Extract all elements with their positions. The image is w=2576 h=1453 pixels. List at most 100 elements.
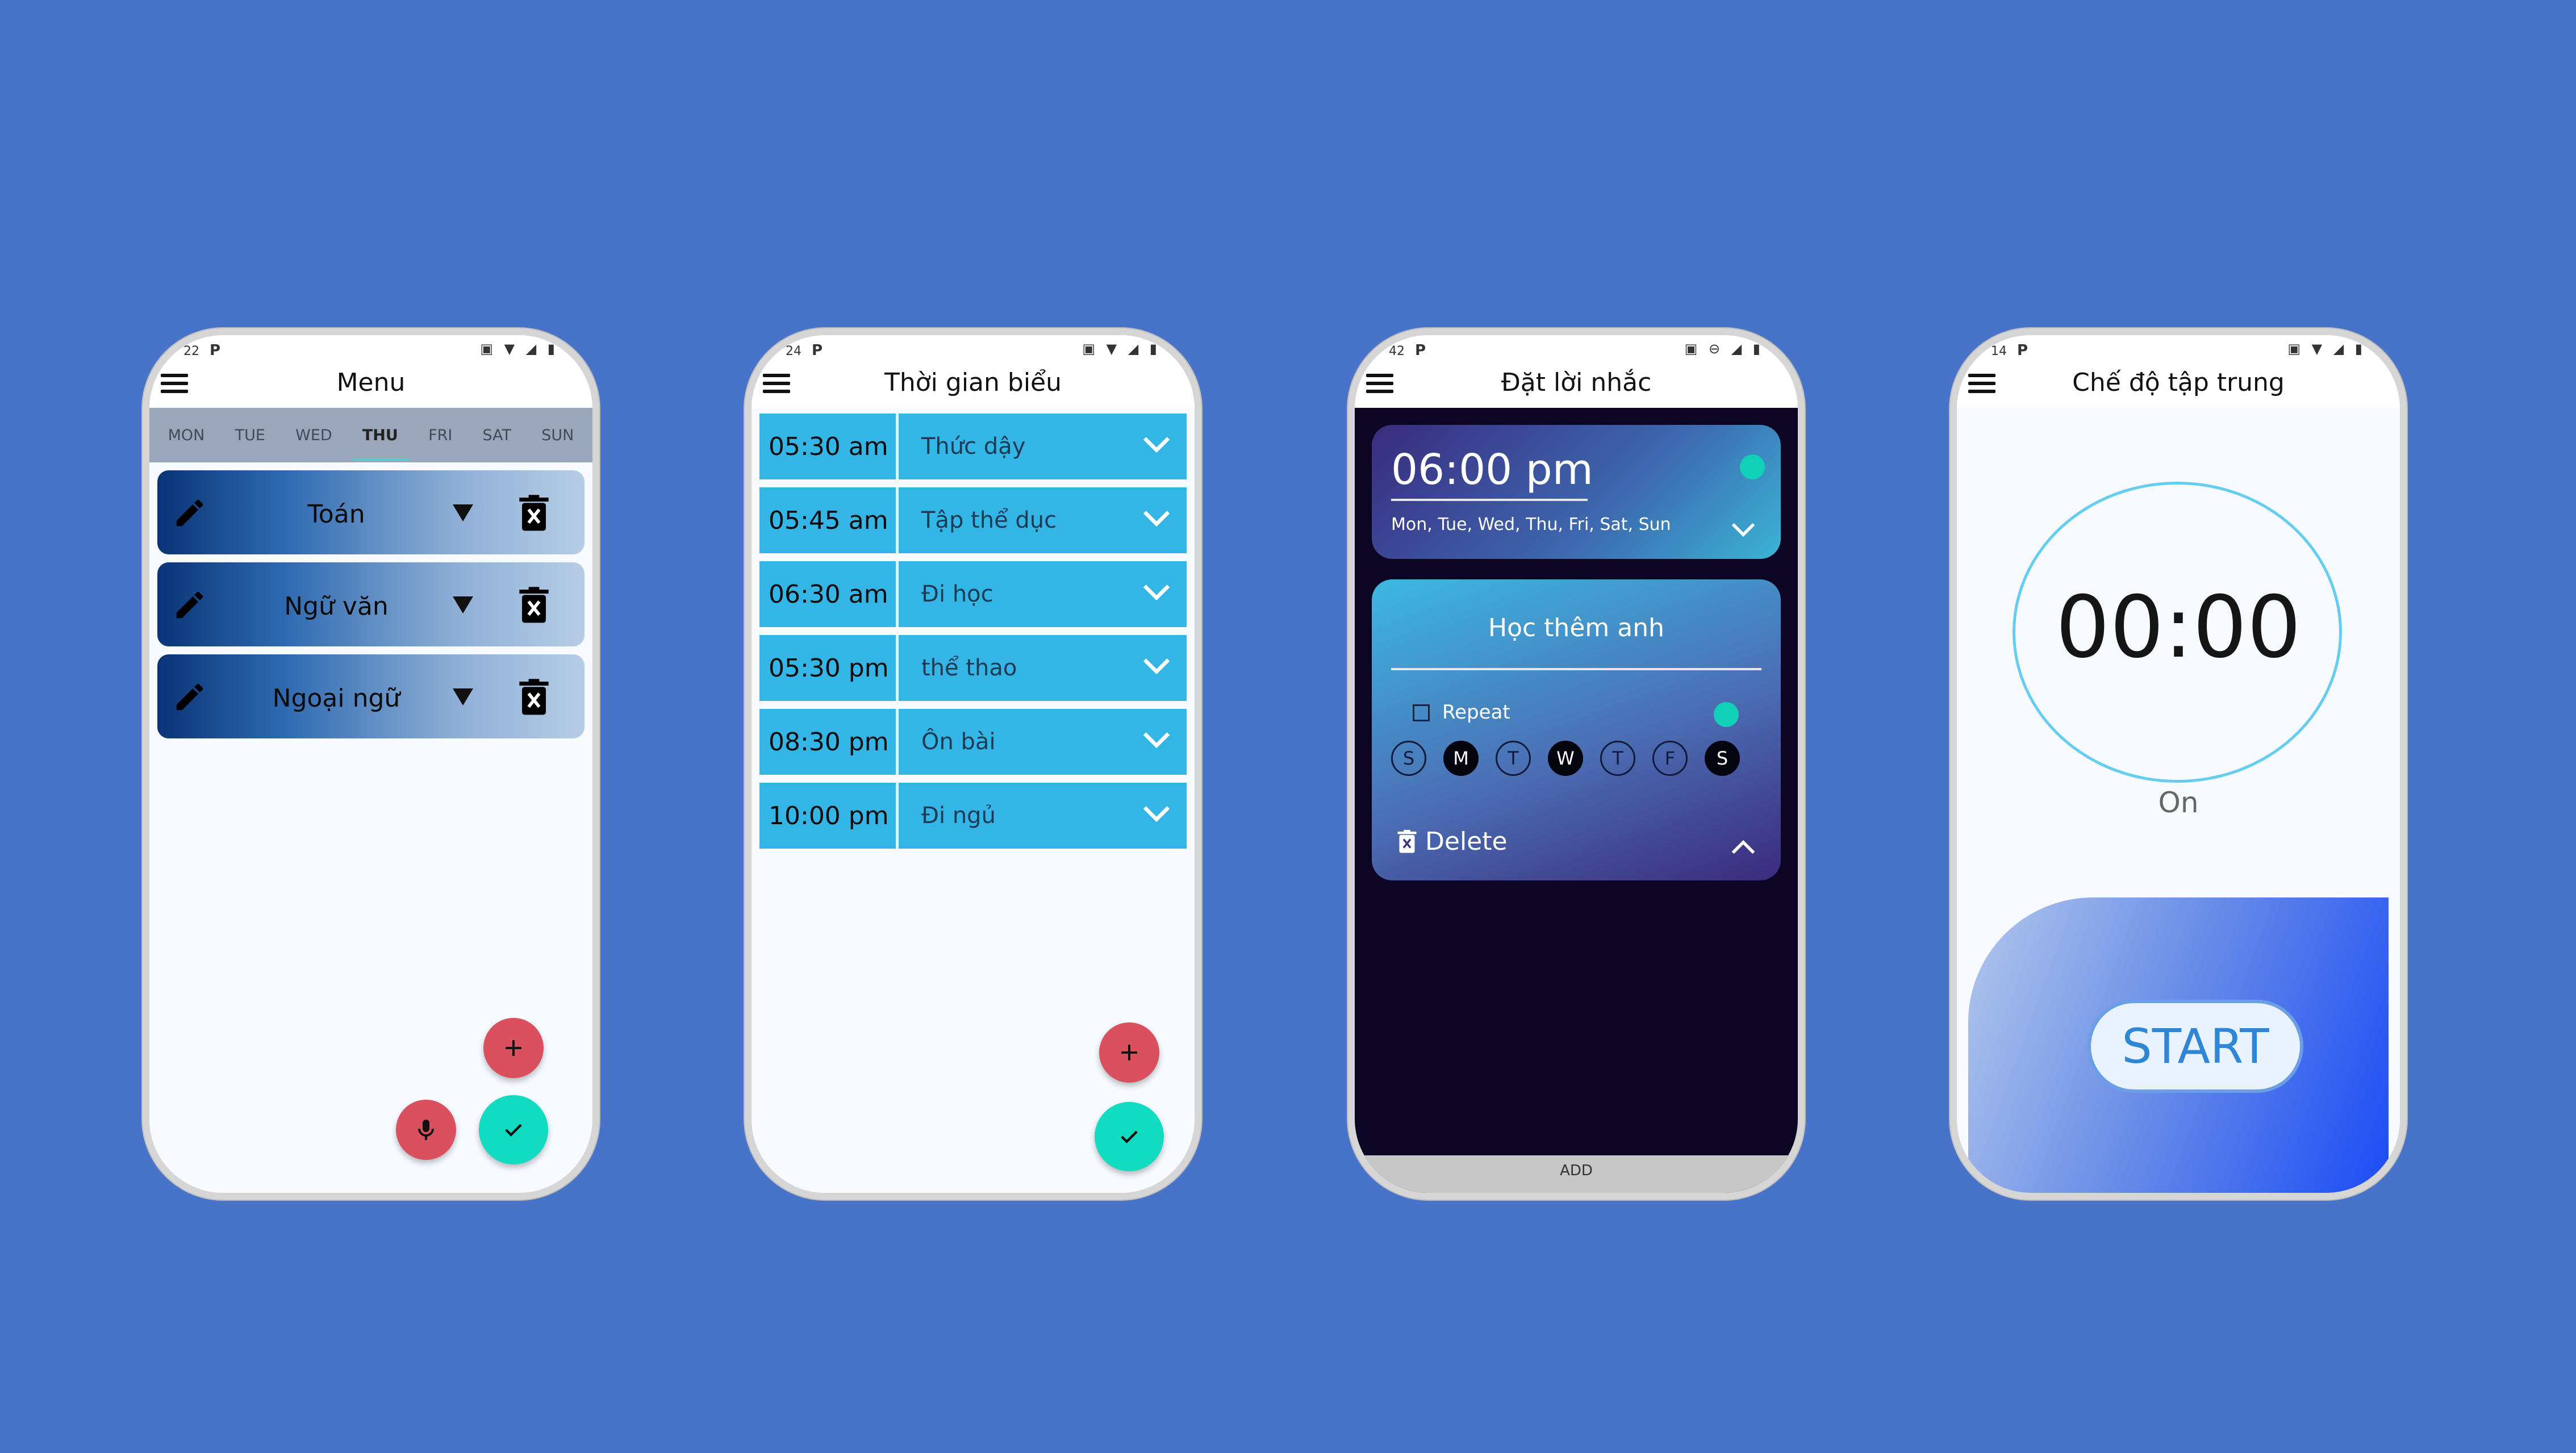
day-circle-mon[interactable]: M xyxy=(1443,741,1479,776)
delete-button[interactable]: Delete xyxy=(1397,827,1508,856)
subject-item: Ngữ văn xyxy=(157,562,584,646)
tab-fri[interactable]: FRI xyxy=(426,422,454,449)
start-button[interactable]: START xyxy=(2087,1000,2303,1093)
chevron-down-icon[interactable] xyxy=(1142,507,1171,529)
day-circle-fri[interactable]: F xyxy=(1652,741,1688,776)
expand-triangle-icon[interactable] xyxy=(453,596,473,613)
edit-pencil-icon[interactable] xyxy=(172,679,207,715)
tab-mon[interactable]: MON xyxy=(166,422,207,449)
status-icons: ▣ ▼ ◢ ▮ xyxy=(480,341,558,357)
schedule-row[interactable]: 06:30 am Đi học xyxy=(759,561,1187,627)
add-schedule-button[interactable] xyxy=(1099,1022,1159,1083)
app-bar: Đặt lời nhắc xyxy=(1355,358,1798,408)
day-circle-wed[interactable]: W xyxy=(1548,741,1583,776)
schedule-row[interactable]: 10:00 pm Đi ngủ xyxy=(759,783,1187,849)
tab-sun[interactable]: SUN xyxy=(539,422,576,449)
expand-triangle-icon[interactable] xyxy=(453,688,473,705)
alarm-detail-card: Học thêm anh Repeat S M T W T F S Delete xyxy=(1372,579,1781,880)
start-panel: START xyxy=(1968,897,2389,1193)
plus-icon xyxy=(1121,1045,1137,1060)
status-carrier: P xyxy=(2017,342,2028,359)
subject-name: Ngoại ngữ xyxy=(272,684,400,713)
schedule-time: 05:45 am xyxy=(769,506,888,535)
day-circle-thu[interactable]: T xyxy=(1600,741,1635,776)
delete-trash-icon[interactable] xyxy=(518,586,550,625)
page-title: Chế độ tập trung xyxy=(2072,368,2285,397)
delete-trash-icon[interactable] xyxy=(518,678,550,717)
day-circle-sun[interactable]: S xyxy=(1391,741,1426,776)
status-bar: 24 P ▣ ▼ ◢ ▮ xyxy=(751,335,1195,359)
status-icons: ▣ ▼ ◢ ▮ xyxy=(1082,341,1160,357)
status-carrier: P xyxy=(1415,342,1426,359)
tab-thu[interactable]: THU xyxy=(352,422,408,461)
page-title: Thời gian biểu xyxy=(884,368,1062,397)
repeat-checkbox[interactable] xyxy=(1413,704,1430,721)
chevron-down-icon[interactable] xyxy=(1142,433,1171,456)
edit-pencil-icon[interactable] xyxy=(172,495,207,531)
day-circle-tue[interactable]: T xyxy=(1496,741,1531,776)
chevron-down-icon[interactable] xyxy=(1142,581,1171,603)
microphone-icon xyxy=(418,1120,434,1140)
timer-display: 00:00 xyxy=(2055,578,2302,677)
chevron-down-icon[interactable] xyxy=(1731,520,1756,538)
subject-list: Toán Ngữ văn Ngoại ngữ xyxy=(149,462,592,1193)
schedule-time: 05:30 am xyxy=(769,432,888,461)
voice-input-button[interactable] xyxy=(396,1100,456,1160)
app-bar: Thời gian biểu xyxy=(751,358,1195,408)
add-button[interactable]: ADD xyxy=(1355,1155,1798,1193)
schedule-row[interactable]: 08:30 pm Ôn bài xyxy=(759,709,1187,775)
page-title: Đặt lời nhắc xyxy=(1501,368,1652,397)
confirm-button[interactable] xyxy=(479,1095,548,1164)
alarm-toggle[interactable] xyxy=(1740,454,1765,479)
status-bar: 22 P ▣ ▼ ◢ ▮ xyxy=(149,335,592,359)
subject-name: Toán xyxy=(307,500,365,529)
phone-reminder-screen: 42 P ▣ ⊖ ◢ ▮ Đặt lời nhắc 06:00 pm Mon, T… xyxy=(1355,335,1798,1193)
tab-sat[interactable]: SAT xyxy=(481,422,514,449)
phone-menu-screen: 22 P ▣ ▼ ◢ ▮ Menu MON TUE WED THU FRI SAT… xyxy=(149,335,592,1193)
day-circle-sat[interactable]: S xyxy=(1705,741,1740,776)
repeat-toggle[interactable] xyxy=(1714,702,1739,727)
schedule-row[interactable]: 05:30 pm thể thao xyxy=(759,635,1187,701)
schedule-time: 10:00 pm xyxy=(769,801,889,830)
tab-wed[interactable]: WED xyxy=(293,422,335,449)
status-bar: 42 P ▣ ⊖ ◢ ▮ xyxy=(1355,335,1798,359)
check-icon xyxy=(1121,1130,1138,1143)
status-time: 22 xyxy=(183,344,199,358)
chevron-down-icon[interactable] xyxy=(1142,802,1171,825)
status-time: 14 xyxy=(1991,344,2007,358)
status-time: 42 xyxy=(1389,344,1405,358)
subject-item: Toán xyxy=(157,470,584,554)
status-time: 24 xyxy=(786,344,801,358)
day-tabs: MON TUE WED THU FRI SAT SUN xyxy=(149,408,592,462)
reminder-label[interactable]: Học thêm anh xyxy=(1372,613,1781,642)
focus-area: 00:00 On START xyxy=(1957,408,2400,1193)
schedule-time: 08:30 pm xyxy=(769,727,889,757)
check-icon xyxy=(505,1124,522,1137)
chevron-up-icon[interactable] xyxy=(1731,838,1756,857)
phone-schedule-screen: 24 P ▣ ▼ ◢ ▮ Thời gian biểu 05:30 am Thức… xyxy=(751,335,1195,1193)
tab-tue[interactable]: TUE xyxy=(233,422,268,449)
delete-label: Delete xyxy=(1425,827,1508,856)
delete-trash-icon[interactable] xyxy=(518,494,550,533)
alarm-time[interactable]: 06:00 pm xyxy=(1391,445,1593,494)
trash-icon xyxy=(1397,829,1417,853)
alarm-days: Mon, Tue, Wed, Thu, Fri, Sat, Sun xyxy=(1391,515,1671,535)
schedule-row[interactable]: 05:30 am Thức dậy xyxy=(759,414,1187,479)
status-icons: ▣ ▼ ◢ ▮ xyxy=(2287,341,2366,357)
phone-focus-screen: 14 P ▣ ▼ ◢ ▮ Chế độ tập trung 00:00 On ST… xyxy=(1957,335,2400,1193)
reminder-list: 06:00 pm Mon, Tue, Wed, Thu, Fri, Sat, S… xyxy=(1355,408,1798,1193)
add-subject-button[interactable] xyxy=(483,1018,544,1078)
confirm-button[interactable] xyxy=(1095,1102,1164,1171)
alarm-time-underline xyxy=(1391,499,1588,501)
repeat-label: Repeat xyxy=(1442,701,1510,724)
chevron-down-icon[interactable] xyxy=(1142,728,1171,751)
status-carrier: P xyxy=(812,342,823,359)
subject-name: Ngữ văn xyxy=(284,592,389,621)
schedule-row[interactable]: 05:45 am Tập thể dục xyxy=(759,487,1187,553)
alarm-card[interactable]: 06:00 pm Mon, Tue, Wed, Thu, Fri, Sat, S… xyxy=(1372,425,1781,559)
app-bar: Menu xyxy=(149,358,592,408)
status-icons: ▣ ⊖ ◢ ▮ xyxy=(1684,341,1764,357)
chevron-down-icon[interactable] xyxy=(1142,654,1171,677)
expand-triangle-icon[interactable] xyxy=(453,504,473,521)
edit-pencil-icon[interactable] xyxy=(172,587,207,623)
